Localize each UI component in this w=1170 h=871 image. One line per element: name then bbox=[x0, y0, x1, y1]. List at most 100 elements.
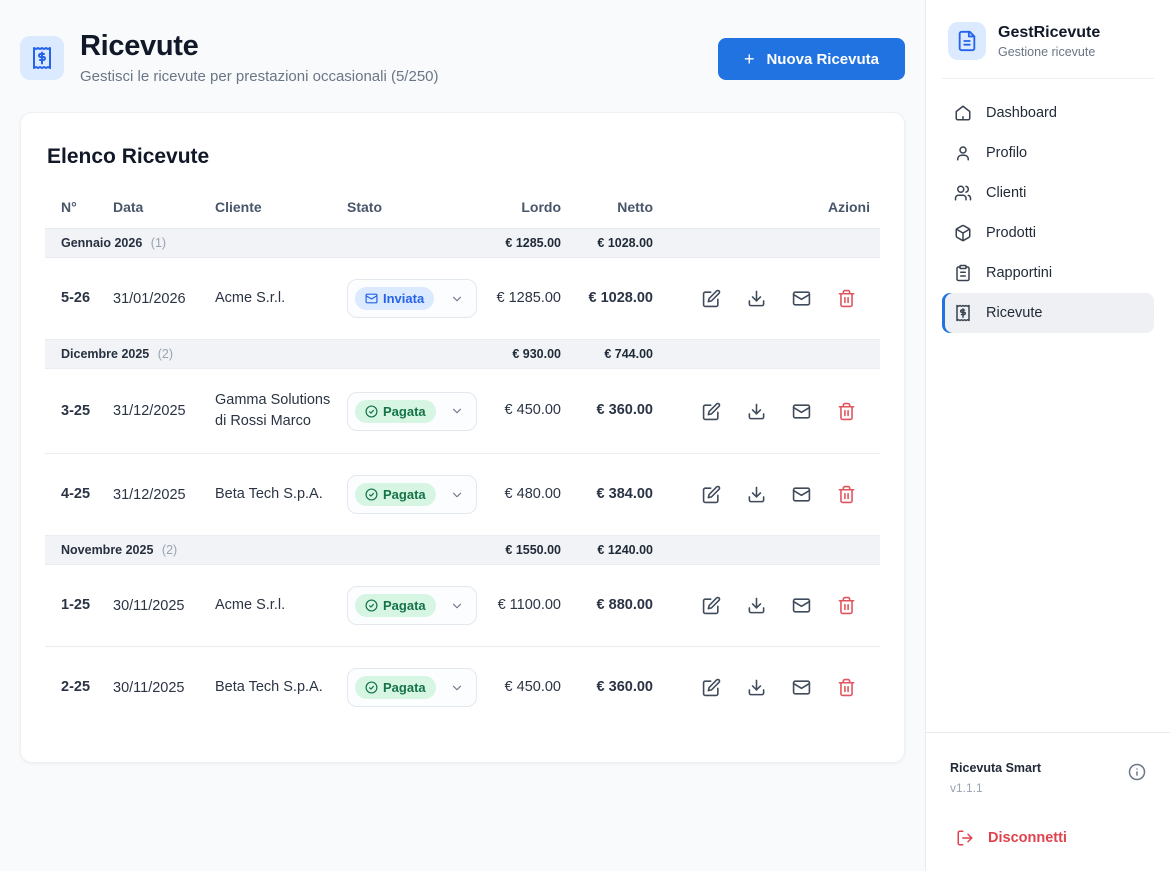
group-count: (2) bbox=[162, 543, 177, 557]
group-count: (1) bbox=[151, 236, 166, 250]
col-netto: Netto bbox=[561, 199, 653, 229]
group-row: Gennaio 2026 (1) € 1285.00 € 1028.00 bbox=[45, 229, 880, 258]
sidebar-nav: Dashboard Profilo Clienti Prodotti Rappo… bbox=[942, 93, 1154, 333]
col-cliente: Cliente bbox=[199, 199, 331, 229]
delete-button[interactable] bbox=[837, 485, 856, 504]
page-header: Ricevute Gestisci le ricevute per presta… bbox=[20, 30, 905, 85]
group-label-cell: Novembre 2025 (2) bbox=[45, 536, 477, 565]
main-content: Ricevute Gestisci le ricevute per presta… bbox=[0, 0, 925, 871]
col-azioni: Azioni bbox=[653, 199, 880, 229]
receipt-client: Beta Tech S.p.A. bbox=[199, 647, 331, 729]
group-month: Gennaio 2026 bbox=[61, 236, 142, 250]
brand-tagline: Gestione ricevute bbox=[998, 45, 1100, 59]
status-dropdown[interactable]: Pagata bbox=[347, 586, 477, 625]
chevron-down-icon bbox=[450, 681, 464, 695]
group-month: Dicembre 2025 bbox=[61, 347, 149, 361]
chevron-down-icon bbox=[450, 404, 464, 418]
group-label-cell: Gennaio 2026 (1) bbox=[45, 229, 477, 258]
check-circle-icon bbox=[365, 488, 378, 501]
package-icon bbox=[954, 224, 972, 242]
logout-button[interactable]: Disconnetti bbox=[950, 829, 1073, 847]
send-mail-button[interactable] bbox=[792, 596, 811, 615]
download-button[interactable] bbox=[747, 402, 766, 421]
receipt-client: Gamma Solutions di Rossi Marco bbox=[199, 369, 331, 454]
trash-icon bbox=[837, 485, 856, 504]
plus-icon: + bbox=[744, 50, 755, 68]
sidebar-item-profilo[interactable]: Profilo bbox=[942, 133, 1154, 173]
edit-button[interactable] bbox=[702, 289, 721, 308]
delete-button[interactable] bbox=[837, 596, 856, 615]
status-badge: Inviata bbox=[355, 287, 434, 310]
receipts-card: Elenco Ricevute N° Data Cliente Stato Lo… bbox=[20, 112, 905, 763]
sidebar-item-clienti[interactable]: Clienti bbox=[942, 173, 1154, 213]
receipt-client: Beta Tech S.p.A. bbox=[199, 454, 331, 536]
mail-icon bbox=[792, 402, 811, 421]
trash-icon bbox=[837, 596, 856, 615]
sidebar-item-ricevute[interactable]: Ricevute bbox=[942, 293, 1154, 333]
send-mail-button[interactable] bbox=[792, 485, 811, 504]
app-name: Ricevuta Smart bbox=[950, 761, 1041, 775]
edit-icon bbox=[702, 678, 721, 697]
receipt-number: 2-25 bbox=[45, 647, 97, 729]
list-heading: Elenco Ricevute bbox=[47, 145, 880, 169]
trash-icon bbox=[837, 678, 856, 697]
info-button[interactable] bbox=[1128, 763, 1146, 781]
send-mail-button[interactable] bbox=[792, 402, 811, 421]
sidebar-item-rapportini[interactable]: Rapportini bbox=[942, 253, 1154, 293]
home-icon bbox=[954, 104, 972, 122]
edit-button[interactable] bbox=[702, 678, 721, 697]
receipt-lordo: € 1100.00 bbox=[477, 565, 561, 647]
group-netto: € 744.00 bbox=[561, 340, 653, 369]
status-dropdown[interactable]: Pagata bbox=[347, 392, 477, 431]
check-circle-icon bbox=[365, 681, 378, 694]
receipt-date: 30/11/2025 bbox=[97, 647, 199, 729]
send-mail-button[interactable] bbox=[792, 678, 811, 697]
edit-button[interactable] bbox=[702, 402, 721, 421]
receipt-row: 1-25 30/11/2025 Acme S.r.l. Pagata € 110… bbox=[45, 565, 880, 647]
group-month: Novembre 2025 bbox=[61, 543, 153, 557]
new-receipt-button[interactable]: + Nuova Ricevuta bbox=[718, 38, 905, 80]
receipt-number: 3-25 bbox=[45, 369, 97, 454]
download-button[interactable] bbox=[747, 678, 766, 697]
status-badge: Pagata bbox=[355, 400, 436, 423]
receipt-netto: € 360.00 bbox=[561, 647, 653, 729]
col-num: N° bbox=[45, 199, 97, 229]
status-dropdown[interactable]: Pagata bbox=[347, 475, 477, 514]
receipt-netto: € 880.00 bbox=[561, 565, 653, 647]
mail-icon bbox=[792, 678, 811, 697]
delete-button[interactable] bbox=[837, 289, 856, 308]
receipt-lordo: € 480.00 bbox=[477, 454, 561, 536]
download-button[interactable] bbox=[747, 596, 766, 615]
users-icon bbox=[954, 184, 972, 202]
download-button[interactable] bbox=[747, 289, 766, 308]
receipt-netto: € 384.00 bbox=[561, 454, 653, 536]
sidebar-item-prodotti[interactable]: Prodotti bbox=[942, 213, 1154, 253]
delete-button[interactable] bbox=[837, 402, 856, 421]
status-dropdown[interactable]: Inviata bbox=[347, 279, 477, 318]
edit-button[interactable] bbox=[702, 596, 721, 615]
sidebar-item-dashboard[interactable]: Dashboard bbox=[942, 93, 1154, 133]
send-mail-button[interactable] bbox=[792, 289, 811, 308]
status-dropdown[interactable]: Pagata bbox=[347, 668, 477, 707]
col-lordo: Lordo bbox=[477, 199, 561, 229]
edit-icon bbox=[702, 289, 721, 308]
brand-name: GestRicevute bbox=[998, 24, 1100, 42]
status-badge: Pagata bbox=[355, 483, 436, 506]
file-text-icon bbox=[948, 22, 986, 60]
receipt-date: 30/11/2025 bbox=[97, 565, 199, 647]
receipt-icon bbox=[20, 36, 64, 80]
group-label-cell: Dicembre 2025 (2) bbox=[45, 340, 477, 369]
app-version-block: Ricevuta Smart v1.1.1 bbox=[950, 761, 1041, 795]
row-actions bbox=[669, 485, 856, 504]
group-netto: € 1240.00 bbox=[561, 536, 653, 565]
edit-icon bbox=[702, 596, 721, 615]
edit-button[interactable] bbox=[702, 485, 721, 504]
delete-button[interactable] bbox=[837, 678, 856, 697]
info-icon bbox=[1128, 763, 1146, 781]
receipt-row: 3-25 31/12/2025 Gamma Solutions di Rossi… bbox=[45, 369, 880, 454]
receipt-lordo: € 450.00 bbox=[477, 647, 561, 729]
page-title: Ricevute bbox=[80, 30, 718, 63]
receipt-lordo: € 450.00 bbox=[477, 369, 561, 454]
download-button[interactable] bbox=[747, 485, 766, 504]
receipts-table: N° Data Cliente Stato Lordo Netto Azioni… bbox=[45, 199, 880, 728]
